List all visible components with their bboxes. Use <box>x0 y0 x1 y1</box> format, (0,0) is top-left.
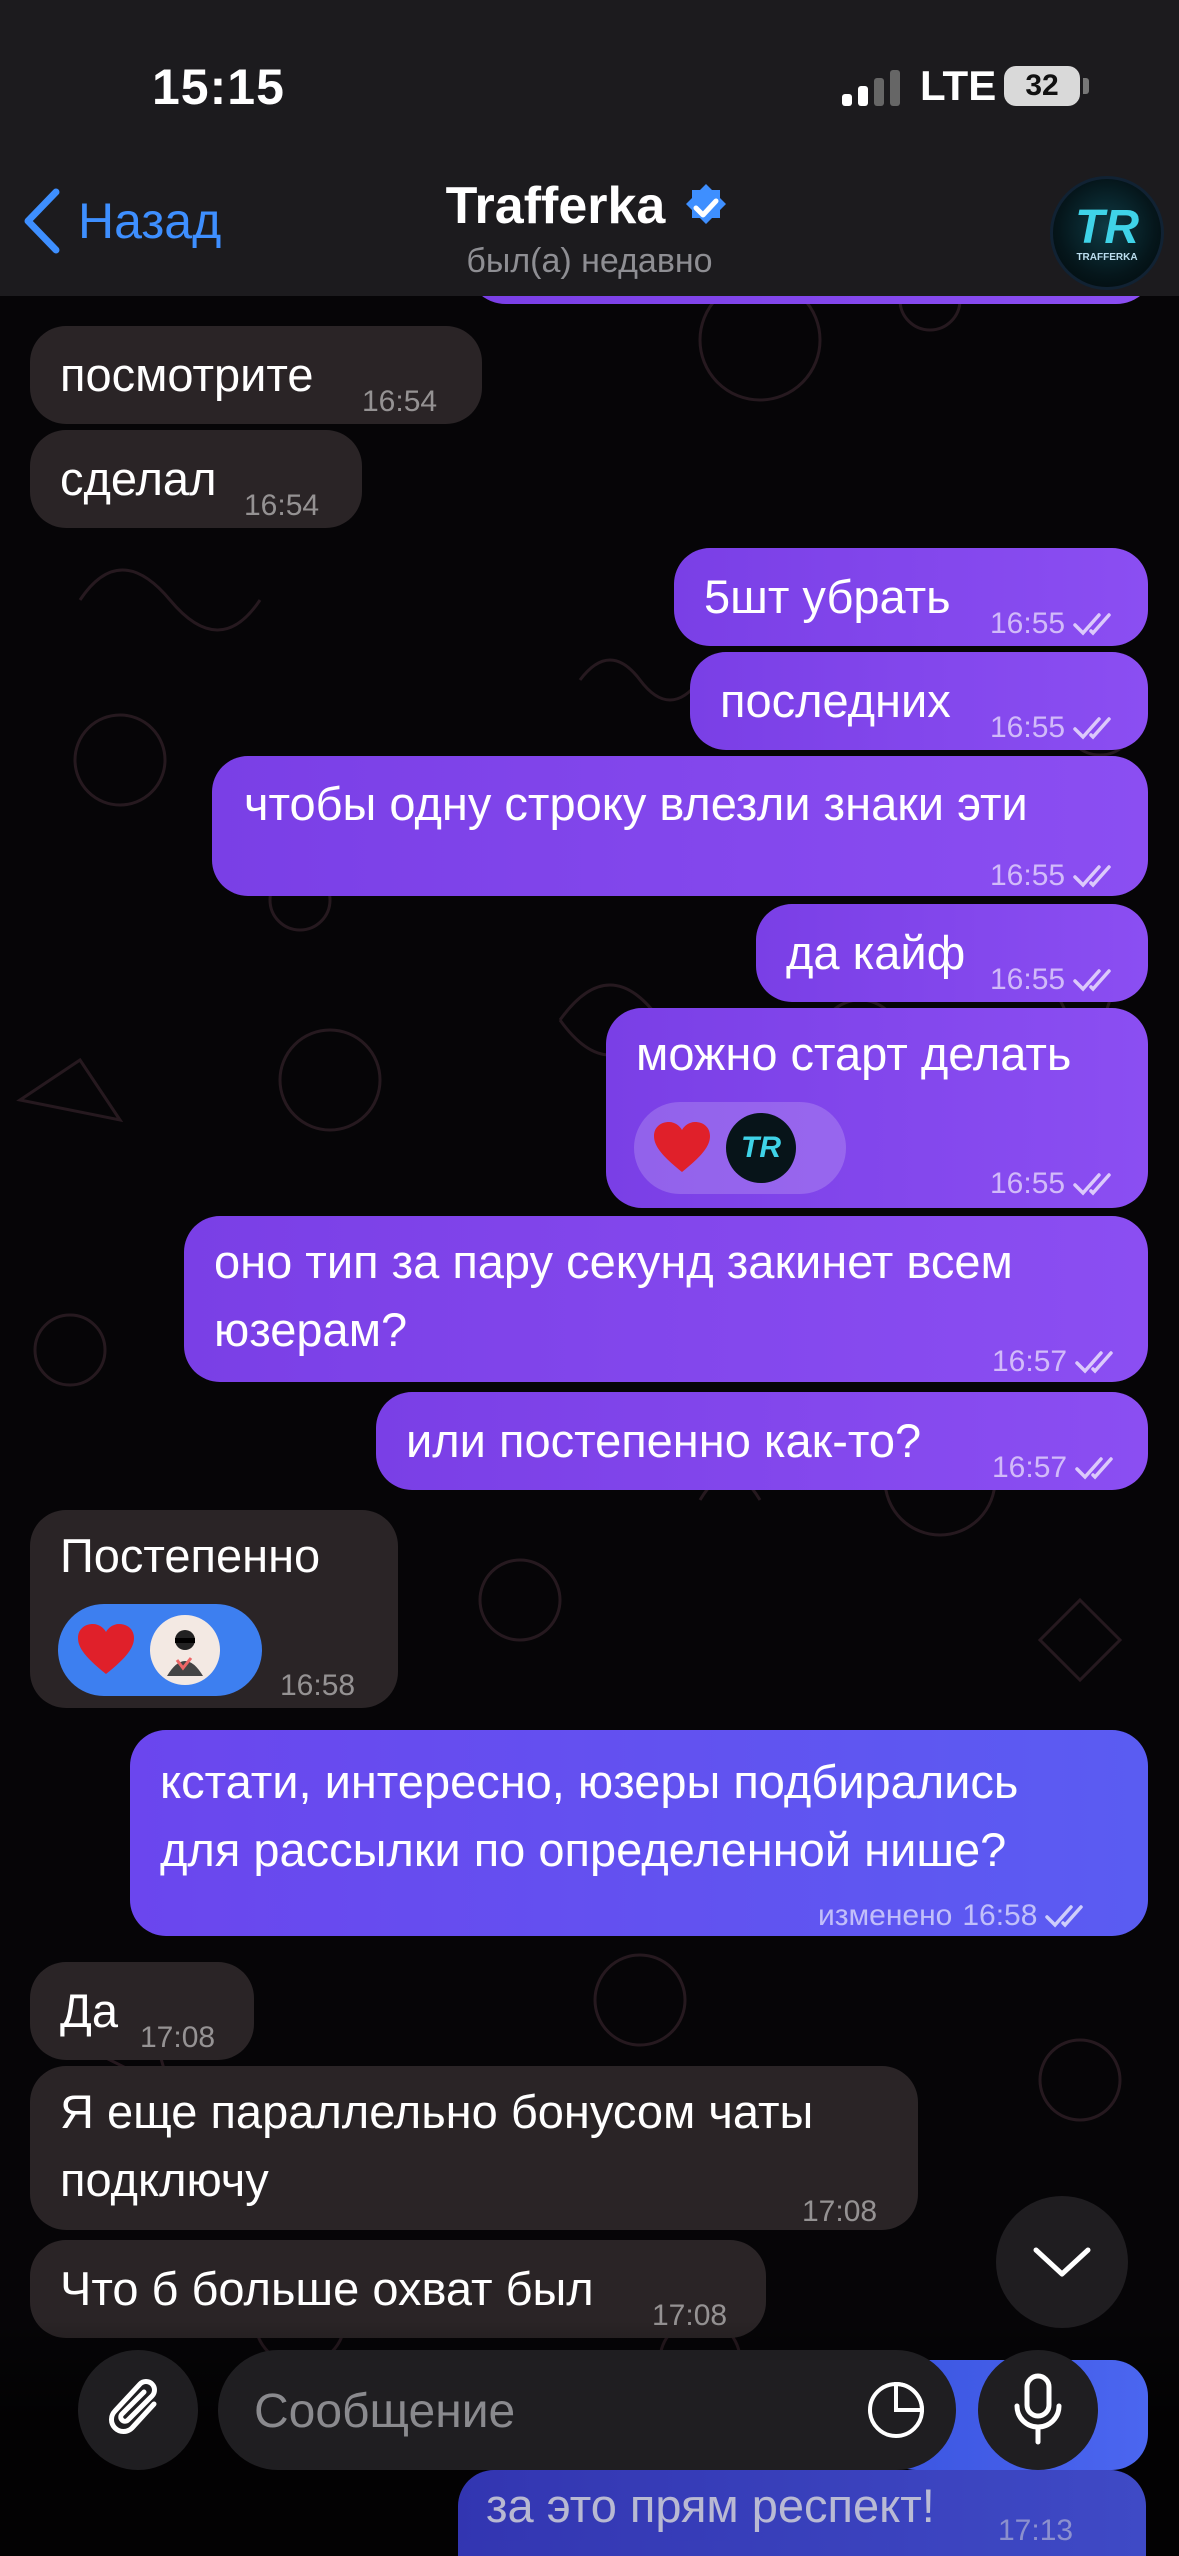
message-bubble-incoming[interactable]: сделал 16:54 <box>30 430 362 528</box>
message-bubble-outgoing-partial[interactable]: за это прям респект! 17:13 <box>458 2470 1146 2556</box>
message-bubble-outgoing[interactable]: или постепенно как-то? 16:57 <box>376 1392 1148 1490</box>
message-text: 5шт убрать <box>704 570 951 623</box>
message-bubble-outgoing[interactable]: можно старт делать TR 16:55 <box>606 1008 1148 1208</box>
message-meta: 16:57 <box>992 1436 1121 1500</box>
reaction-chip[interactable]: TR <box>634 1102 846 1194</box>
message-bubble-incoming[interactable]: Да 17:08 <box>30 1962 254 2060</box>
message-bubble-incoming[interactable]: посмотрите 16:54 <box>30 326 482 424</box>
reaction-chip[interactable] <box>58 1604 262 1696</box>
message-meta: 16:55 <box>990 844 1119 908</box>
message-time: 16:54 <box>362 385 438 418</box>
message-text: чтобы одну строку влезли знаки эти <box>244 777 1028 830</box>
message-text-line2: юзерам? <box>214 1303 408 1356</box>
message-time: 16:55 <box>990 859 1066 892</box>
message-text-line2: подключу <box>60 2153 269 2206</box>
avatar[interactable]: TR TRAFFERKA <box>1050 176 1164 290</box>
message-time: 16:55 <box>990 607 1066 640</box>
read-checks-icon <box>1073 969 1111 992</box>
sticker-icon[interactable] <box>866 2380 926 2440</box>
verified-badge-icon <box>686 184 727 224</box>
message-text: последних <box>720 674 951 727</box>
message-text: сделал <box>60 452 217 505</box>
edited-label: изменено <box>818 1899 953 1932</box>
read-checks-icon <box>1073 717 1111 740</box>
message-bubble-outgoing[interactable]: последних 16:55 <box>690 652 1148 750</box>
scroll-down-button[interactable] <box>996 2196 1128 2328</box>
person-avatar-icon <box>167 1630 203 1676</box>
message-time: 16:58 <box>280 1669 356 1702</box>
message-meta: 16:57 <box>992 1330 1121 1394</box>
message-time: 17:08 <box>802 2195 878 2228</box>
message-bubble-incoming[interactable]: Я еще параллельно бонусом чаты подключу … <box>30 2066 918 2230</box>
message-time: 17:08 <box>140 2021 216 2054</box>
message-text: можно старт делать <box>636 1027 1072 1080</box>
battery-tip <box>1083 78 1089 94</box>
message-time: 16:55 <box>990 963 1066 996</box>
message-input[interactable] <box>252 2350 836 2472</box>
message-text: да кайф <box>786 926 966 979</box>
read-checks-icon <box>1075 1351 1113 1374</box>
voice-record-button[interactable] <box>978 2350 1098 2470</box>
chat-title-area[interactable]: Trafferka был(а) недавно <box>0 176 1179 281</box>
message-input-field[interactable] <box>218 2350 956 2472</box>
avatar-subtext: TRAFFERKA <box>1076 251 1138 263</box>
message-text: посмотрите <box>60 348 314 401</box>
message-meta: 16:55 <box>990 948 1119 1012</box>
reactor-avatar <box>150 1615 220 1685</box>
message-text-line1: кстати, интересно, юзеры подбирались <box>160 1755 1019 1808</box>
chat-title: Trafferka <box>445 177 666 235</box>
chat-status: был(а) недавно <box>466 242 713 280</box>
message-time: 16:55 <box>990 1167 1066 1200</box>
message-time: 16:57 <box>992 1451 1068 1484</box>
read-checks-icon <box>1073 865 1111 888</box>
chevron-down-icon <box>1033 2247 1091 2277</box>
message-bubble-outgoing[interactable]: чтобы одну строку влезли знаки эти 16:55 <box>212 756 1148 896</box>
read-checks-icon <box>1073 1173 1111 1196</box>
heart-icon <box>654 1122 710 1172</box>
message-meta: изменено 16:58 <box>818 1884 1091 1948</box>
message-time: 16:58 <box>962 1899 1038 1932</box>
read-checks-icon <box>1045 1905 1084 1928</box>
message-meta: 16:55 <box>990 1152 1119 1216</box>
read-checks-icon <box>1073 613 1111 636</box>
message-bubble-outgoing[interactable]: кстати, интересно, юзеры подбирались для… <box>130 1730 1148 1936</box>
battery-indicator: 32 <box>1004 66 1080 106</box>
message-text: Да <box>60 1984 118 2037</box>
chat-header: 15:15 LTE 32 Назад Trafferka был(а) неда… <box>0 0 1179 296</box>
avatar-text: TR <box>1075 200 1139 254</box>
reactor-avatar-text: TR <box>741 1131 781 1164</box>
reactor-avatar: TR <box>726 1113 796 1183</box>
attach-button[interactable] <box>78 2350 198 2470</box>
message-text-line1: Я еще параллельно бонусом чаты <box>60 2085 814 2138</box>
signal-icon <box>842 70 900 106</box>
message-bubble-outgoing[interactable]: оно тип за пару секунд закинет всем юзер… <box>184 1216 1148 1382</box>
message-time: 16:57 <box>992 1345 1068 1378</box>
message-meta: 16:55 <box>990 696 1119 760</box>
message-text-line2: для рассылки по определенной нише? <box>160 1823 1007 1876</box>
message-text-line1: оно тип за пару секунд закинет всем <box>214 1235 1013 1288</box>
message-meta: 16:55 <box>990 592 1119 656</box>
read-checks-icon <box>1075 1457 1113 1480</box>
message-time: 17:13 <box>998 2514 1074 2547</box>
message-time: 16:55 <box>990 711 1066 744</box>
message-bubble-incoming[interactable]: Постепенно 16:58 <box>30 1510 398 1708</box>
message-time: 16:54 <box>244 489 320 522</box>
message-text: Постепенно <box>60 1529 321 1582</box>
message-text: или постепенно как-то? <box>406 1414 922 1467</box>
microphone-icon <box>1014 2373 1062 2445</box>
message-bubble-outgoing[interactable]: 5шт убрать 16:55 <box>674 548 1148 646</box>
message-text: за это прям респект! <box>486 2479 935 2532</box>
network-label: LTE <box>920 62 997 109</box>
message-bubble-outgoing[interactable]: да кайф 16:55 <box>756 904 1148 1002</box>
paperclip-icon <box>109 2379 157 2434</box>
status-time: 15:15 <box>152 59 285 115</box>
heart-icon <box>78 1624 134 1674</box>
message-text: Что б больше охват был <box>60 2262 594 2315</box>
